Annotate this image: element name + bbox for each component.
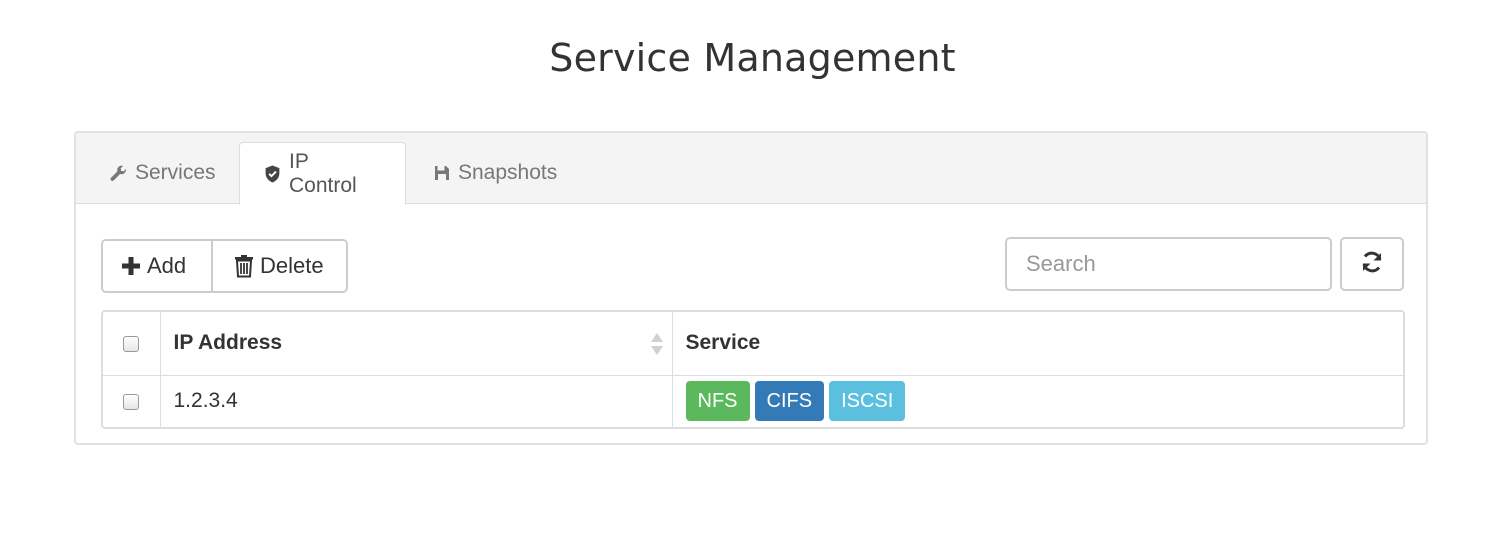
page-title: Service Management: [549, 36, 956, 80]
tab-bar: Services IP Control Snapshots: [76, 133, 1426, 205]
add-button-label: Add: [147, 253, 187, 278]
refresh-icon: [1360, 250, 1384, 279]
service-badge-cifs: CIFS: [754, 381, 825, 422]
plus-icon: [121, 256, 141, 276]
trash-icon: [234, 254, 254, 278]
search-input[interactable]: [1005, 237, 1332, 291]
ip-address-header[interactable]: IP Address: [160, 312, 673, 376]
select-all-checkbox[interactable]: [123, 335, 140, 352]
tab-snapshots[interactable]: Snapshots: [410, 142, 581, 204]
delete-button-label: Delete: [260, 253, 324, 278]
wrench-icon: [110, 165, 127, 182]
action-button-group: Add Delete: [101, 239, 348, 293]
row-checkbox-cell: [103, 375, 161, 427]
refresh-button[interactable]: [1340, 237, 1404, 291]
service-header: Service: [672, 312, 1403, 376]
tab-ip-control-label: IP Control: [289, 149, 357, 197]
ip-address-header-label: IP Address: [173, 331, 283, 355]
tab-services-label: Services: [135, 161, 216, 184]
row-checkbox[interactable]: [123, 393, 140, 410]
tab-services[interactable]: Services: [86, 142, 240, 204]
floppy-disk-icon: [434, 165, 450, 181]
tab-ip-control[interactable]: IP Control: [239, 142, 406, 205]
service-badge-nfs: NFS: [685, 381, 750, 422]
service-badge-iscsi: ISCSI: [829, 381, 906, 422]
header-checkbox-cell: [103, 312, 161, 376]
ip-table: IP Address Service 1.2.3.4 NFSCIFSISCS: [101, 310, 1405, 429]
service-cell: NFS CIFS ISCSI: [672, 375, 1403, 427]
add-button[interactable]: Add: [103, 241, 211, 291]
table-header-row: IP Address Service: [103, 312, 1403, 376]
sort-icon[interactable]: [650, 332, 664, 362]
service-panel: Services IP Control Snapshots Add Delete…: [74, 131, 1428, 445]
table-row[interactable]: 1.2.3.4 NFS CIFS ISCSI: [103, 375, 1403, 427]
delete-button[interactable]: Delete: [211, 241, 346, 291]
shield-icon: [264, 165, 281, 183]
ip-address-cell: 1.2.3.4: [160, 375, 673, 427]
tab-snapshots-label: Snapshots: [458, 161, 558, 184]
